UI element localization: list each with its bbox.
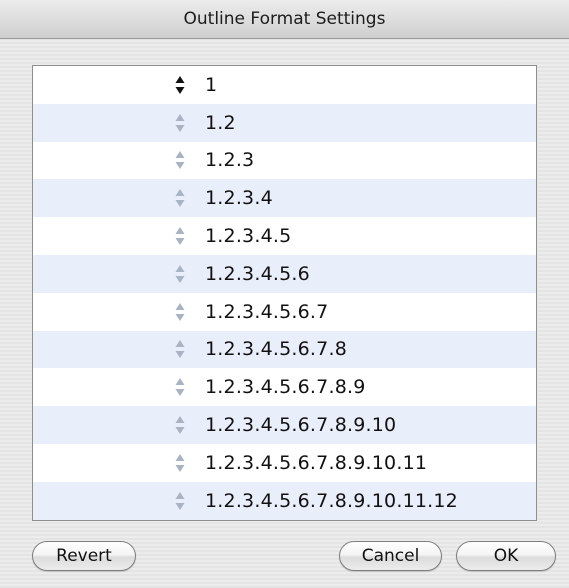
cancel-button[interactable]: Cancel (339, 541, 442, 571)
outline-level-label: 1.2 (205, 111, 236, 134)
outline-level-row[interactable]: 1.2 (33, 103, 536, 142)
up-down-arrows-icon[interactable] (174, 453, 186, 473)
outline-level-row[interactable]: 1.2.3 (33, 141, 536, 180)
outline-level-list[interactable]: 1 1.2 1.2.3 1.2.3.4 1.2.3.4.5 1.2.3.4.5.6 1.2.… (32, 65, 537, 521)
outline-level-label: 1.2.3.4.5 (205, 225, 292, 248)
outline-level-row[interactable]: 1.2.3.4.5.6.7.8.9.10.11 (33, 443, 536, 482)
outline-level-label: 1.2.3.4.5.6.7.8.9.10.11 (205, 451, 428, 474)
up-down-arrows-icon[interactable] (174, 377, 186, 397)
outline-level-row[interactable]: 1.2.3.4.5.6.7.8 (33, 330, 536, 369)
outline-level-row[interactable]: 1.2.3.4.5.6.7.8.9.10.11.12 (33, 481, 536, 520)
outline-level-label: 1.2.3.4.5.6.7.8.9 (205, 376, 366, 399)
outline-level-label: 1.2.3.4.5.6.7 (205, 300, 329, 323)
title-bar[interactable]: Outline Format Settings (0, 0, 569, 39)
ok-button[interactable]: OK (456, 541, 556, 571)
outline-level-row[interactable]: 1.2.3.4.5.6 (33, 254, 536, 293)
up-down-arrows-icon[interactable] (174, 491, 186, 511)
outline-level-row[interactable]: 1 (33, 66, 536, 104)
outline-level-label: 1.2.3.4.5.6 (205, 262, 310, 285)
up-down-arrows-icon[interactable] (174, 415, 186, 435)
outline-level-row[interactable]: 1.2.3.4.5 (33, 217, 536, 255)
outline-level-row[interactable]: 1.2.3.4.5.6.7 (33, 292, 536, 331)
up-down-arrows-icon[interactable] (174, 113, 186, 133)
revert-button[interactable]: Revert (32, 541, 136, 571)
up-down-arrows-icon[interactable] (174, 150, 186, 170)
outline-level-row[interactable]: 1.2.3.4.5.6.7.8.9.10 (33, 406, 536, 444)
up-down-arrows-icon[interactable] (174, 226, 186, 246)
outline-format-settings-window: Outline Format Settings 1 1.2 1.2.3 1.2.3.4… (0, 0, 569, 588)
window-title: Outline Format Settings (183, 9, 386, 29)
up-down-arrows-icon[interactable] (174, 264, 186, 284)
outline-level-label: 1.2.3.4.5.6.7.8.9.10 (205, 414, 397, 437)
up-down-arrows-icon[interactable] (174, 302, 186, 322)
outline-level-label: 1.2.3.4 (205, 187, 273, 210)
outline-level-row[interactable]: 1.2.3.4.5.6.7.8.9 (33, 368, 536, 407)
outline-level-row[interactable]: 1.2.3.4 (33, 179, 536, 218)
outline-level-label: 1.2.3.4.5.6.7.8 (205, 338, 347, 361)
up-down-arrows-icon[interactable] (174, 339, 186, 359)
up-down-arrows-icon[interactable] (174, 188, 186, 208)
outline-level-label: 1.2.3.4.5.6.7.8.9.10.11.12 (205, 489, 458, 512)
outline-level-label: 1.2.3 (205, 149, 255, 172)
up-down-arrows-icon[interactable] (174, 75, 186, 95)
outline-level-label: 1 (205, 73, 218, 96)
